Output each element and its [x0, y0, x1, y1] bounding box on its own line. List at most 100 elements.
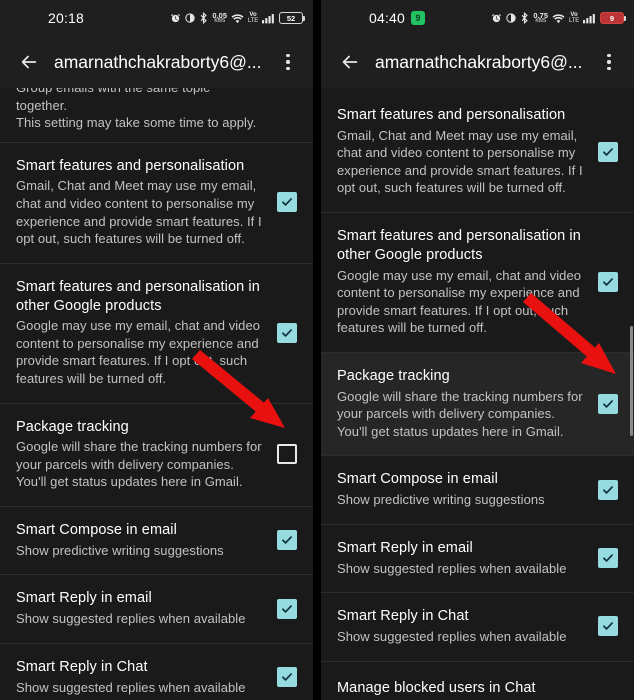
alarm-icon	[491, 13, 502, 24]
checkbox-smart-reply-chat[interactable]	[598, 616, 618, 637]
row-subtitle: Google may use my email, chat and video …	[337, 267, 582, 336]
dnd-icon	[185, 13, 196, 23]
panel-divider	[313, 0, 321, 700]
list-item-package-tracking[interactable]: Package tracking Google will share the t…	[0, 403, 313, 508]
right-phone-screenshot: 04:40 9 0.75 KB/S Vo LTE 9 amarnathchakr…	[321, 0, 634, 700]
row-subtitle: Show predictive writing suggestions	[16, 542, 224, 558]
checkbox-smart-features-other-products[interactable]	[277, 322, 297, 343]
row-subtitle: Google will share the tracking numbers f…	[337, 388, 583, 439]
row-subtitle: This setting may take some time to apply…	[16, 115, 257, 131]
dual-screenshot-comparison: 20:18 0.05 KB/S Vo LTE 52 amarnathchakra…	[0, 0, 634, 700]
list-item[interactable]: Smart Reply in email Show suggested repl…	[0, 575, 313, 644]
wifi-icon	[552, 13, 565, 24]
back-arrow-icon[interactable]	[8, 41, 50, 83]
row-title: Manage blocked users in Chat	[337, 679, 536, 696]
checkbox-smart-compose[interactable]	[277, 530, 297, 551]
checkbox-smart-reply-chat[interactable]	[277, 667, 297, 687]
row-text: Smart features and personalisation Gmail…	[337, 106, 598, 197]
row-title: Smart features and personalisation in ot…	[337, 228, 581, 263]
checkbox-smart-features[interactable]	[598, 141, 618, 162]
alarm-icon	[170, 13, 181, 24]
list-item[interactable]: Smart Reply in Chat Show suggested repli…	[321, 593, 634, 662]
row-text: Manage blocked users in Chat	[337, 679, 618, 698]
bluetooth-icon	[199, 12, 208, 24]
dnd-icon	[506, 13, 517, 23]
left-status-bar-icons: 0.05 KB/S Vo LTE 52	[170, 0, 306, 36]
data-rate-icon: 0.75 KB/S	[533, 12, 548, 25]
row-title: Smart features and personalisation	[16, 157, 245, 174]
battery-icon: 52	[279, 12, 306, 24]
row-subtitle: Show predictive writing suggestions	[337, 492, 545, 508]
right-settings-list[interactable]: Smart features and personalisation Gmail…	[321, 88, 634, 700]
checkbox-smart-features[interactable]	[277, 192, 297, 213]
row-subtitle: Google will share the tracking numbers f…	[16, 439, 262, 490]
list-item-manage-blocked-users[interactable]: Manage blocked users in Chat	[321, 661, 634, 700]
row-text: Package tracking Google will share the t…	[16, 418, 277, 491]
checkbox-smart-reply-email[interactable]	[277, 598, 297, 619]
row-title: Smart Reply in email	[16, 590, 152, 607]
more-options-icon[interactable]	[271, 41, 305, 83]
row-subtitle: Show suggested replies when available	[16, 679, 246, 695]
row-text: Smart Reply in email Show suggested repl…	[337, 539, 598, 577]
row-text: Smart Compose in email Show predictive w…	[337, 470, 598, 508]
checkbox-smart-features-other-products[interactable]	[598, 271, 618, 292]
right-status-bar-left: 04:40 9	[369, 10, 426, 26]
data-rate-unit: KB/S	[214, 18, 226, 25]
mobile-data-icon: Vo LTE	[569, 12, 579, 24]
row-subtitle: Show suggested replies when available	[16, 611, 246, 627]
row-text: Smart Reply in email Show suggested repl…	[16, 589, 277, 627]
signal-icon	[583, 13, 596, 24]
left-status-bar: 20:18 0.05 KB/S Vo LTE 52	[0, 0, 313, 36]
row-subtitle-clipped: Group emails with the same topic togethe…	[16, 88, 210, 113]
wifi-icon	[231, 13, 244, 24]
row-title: Smart features and personalisation in ot…	[16, 278, 260, 314]
scrollbar-thumb[interactable]	[630, 326, 633, 436]
row-subtitle: Google may use my email, chat and video …	[16, 318, 261, 386]
clock: 20:18	[48, 10, 85, 26]
page-title: amarnathchakraborty6@...	[375, 51, 583, 72]
row-subtitle: Show suggested replies when available	[337, 629, 567, 645]
row-text: Smart Reply in Chat Show suggested repli…	[337, 607, 598, 645]
row-text: Group emails with the same topic togethe…	[16, 88, 277, 132]
row-title: Smart Compose in email	[337, 471, 498, 488]
row-subtitle: Gmail, Chat and Meet may use my email, c…	[337, 127, 583, 196]
list-item[interactable]: Smart Compose in email Show predictive w…	[321, 456, 634, 525]
list-item[interactable]: Group emails with the same topic togethe…	[0, 88, 313, 143]
notification-badge-icon: 9	[411, 11, 426, 25]
left-phone-screenshot: 20:18 0.05 KB/S Vo LTE 52 amarnathchakra…	[0, 0, 313, 700]
list-item[interactable]: Smart Reply in Chat Show suggested repli…	[0, 643, 313, 700]
more-options-icon[interactable]	[592, 41, 626, 83]
bluetooth-icon	[520, 12, 529, 24]
checkbox-smart-compose[interactable]	[598, 479, 618, 500]
list-item[interactable]: Smart features and personalisation Gmail…	[321, 88, 634, 214]
back-arrow-icon[interactable]	[329, 41, 371, 83]
battery-level: 9	[609, 13, 615, 23]
list-item[interactable]: Smart features and personalisation in ot…	[321, 213, 634, 353]
row-title: Package tracking	[16, 418, 129, 435]
list-item[interactable]: Smart features and personalisation in ot…	[0, 263, 313, 404]
signal-icon	[262, 13, 275, 24]
row-subtitle: Gmail, Chat and Meet may use my email, c…	[16, 178, 262, 247]
row-text: Smart Compose in email Show predictive w…	[16, 521, 277, 559]
battery-level: 52	[286, 13, 296, 23]
page-title: amarnathchakraborty6@...	[54, 51, 262, 72]
row-text: Smart features and personalisation in ot…	[16, 278, 277, 388]
mobile-data-icon: Vo LTE	[248, 12, 258, 24]
row-text: Package tracking Google will share the t…	[337, 367, 598, 440]
checkbox-package-tracking[interactable]	[598, 393, 618, 414]
checkbox-smart-reply-email[interactable]	[598, 547, 618, 568]
row-text: Smart Reply in Chat Show suggested repli…	[16, 658, 277, 696]
list-item-package-tracking[interactable]: Package tracking Google will share the t…	[321, 352, 634, 457]
list-item[interactable]: Smart Compose in email Show predictive w…	[0, 507, 313, 576]
battery-icon: 9	[600, 12, 627, 24]
left-app-bar: amarnathchakraborty6@...	[0, 36, 313, 88]
row-title: Smart Reply in Chat	[16, 658, 148, 675]
checkbox-package-tracking[interactable]	[277, 444, 297, 465]
list-item[interactable]: Smart features and personalisation Gmail…	[0, 142, 313, 264]
clock: 04:40	[369, 10, 406, 26]
row-title: Smart Reply in Chat	[337, 608, 469, 625]
list-item[interactable]: Smart Reply in email Show suggested repl…	[321, 524, 634, 594]
row-text: Smart features and personalisation in ot…	[337, 227, 598, 337]
left-settings-list[interactable]: Group emails with the same topic togethe…	[0, 88, 313, 700]
row-text: Smart features and personalisation Gmail…	[16, 157, 277, 248]
